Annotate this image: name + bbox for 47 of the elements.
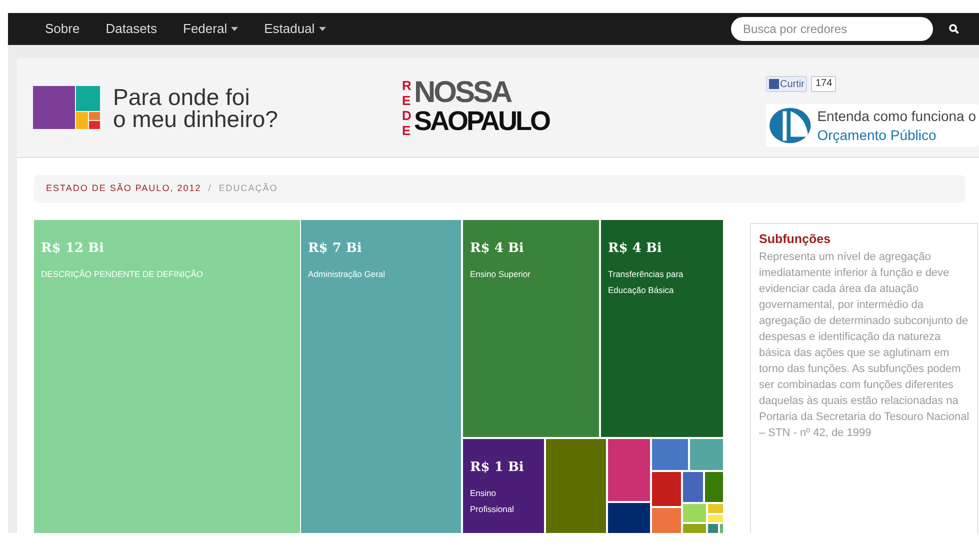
panel-title: Subfunções [759,231,832,248]
treemap-tile[interactable] [652,472,681,506]
tile-label: Ensino Profissional [470,487,515,516]
treemap-tile[interactable] [608,439,650,501]
tile-label: Ensino Superior [470,268,530,281]
tile-amount: R$ 4 Bi [470,240,524,258]
facebook-icon [769,79,779,89]
nav-link[interactable]: Sobre [45,19,80,39]
treemap-tile[interactable] [705,472,723,502]
treemap-tile[interactable] [690,439,723,470]
caret-icon [231,27,238,31]
columns-logo-icon [769,107,812,144]
tile-label: Transferências para Educação Básica [608,268,684,297]
treemap-tile[interactable] [708,515,723,522]
treemap-tile[interactable]: R$ 1 Bi Ensino Profissional [463,439,544,533]
treemap-tile[interactable] [652,508,681,533]
nav-dropdown[interactable]: Estadual [264,19,326,39]
site-title[interactable]: Para onde foi o meu dinheiro? [113,86,278,130]
like-count: 174 [811,76,836,92]
like-button[interactable]: Curtir [766,76,808,92]
tile-amount: R$ 7 Bi [308,240,362,258]
treemap-tile[interactable] [546,439,606,533]
tile-label: DESCRIÇÃO PENDENTE DE DEFINIÇÃO [41,268,203,281]
treemap-tile[interactable] [652,439,688,470]
treemap-logo-icon [33,86,100,129]
tile-amount: R$ 4 Bi [608,240,662,258]
search-icon[interactable] [949,24,959,34]
treemap-tile[interactable] [683,472,703,502]
search-field[interactable]: Busca por credores [731,17,933,41]
tile-amount: R$ 1 Bi [470,459,524,477]
nav-dropdown[interactable]: Federal [183,19,238,39]
caret-icon [318,27,326,31]
tile-amount: R$ 12 Bi [41,240,104,258]
treemap-tile[interactable]: R$ 4 Bi Ensino Superior [463,220,599,437]
treemap-tile[interactable] [683,504,706,522]
breadcrumb-item[interactable]: ESTADO DE SÃO PAULO, 2012 [46,182,202,196]
budget-link[interactable]: Entenda como funciona o Orçamento Público [766,104,979,147]
treemap-tile[interactable] [708,504,723,513]
treemap-tile[interactable] [608,503,650,533]
treemap-tile[interactable] [720,524,723,533]
treemap-tile[interactable] [708,524,718,533]
panel-text: Representa um nível de agregação imediatamente inferior à função e deve evidenciar cada área da atuação governamental, por intermédio da agregação de determinado subconjunto de despesas e identificação da natureza básica das ações que se aglutinam em torno das funções. As subfunções podem ser combinadas com funções diferentes daquelas às quais estão relacionadas na Portaria da Secretaria do Tesouro Nacional – STN - nº 42, de 1999 [759,250,970,441]
breadcrumb-separator: / [208,182,212,196]
tile-label: Administração Geral [308,268,386,281]
treemap-tile[interactable] [683,524,706,533]
nav-link[interactable]: Datasets [106,19,158,39]
treemap-tile[interactable]: R$ 4 Bi Transferências para Educação Básica [601,220,723,437]
